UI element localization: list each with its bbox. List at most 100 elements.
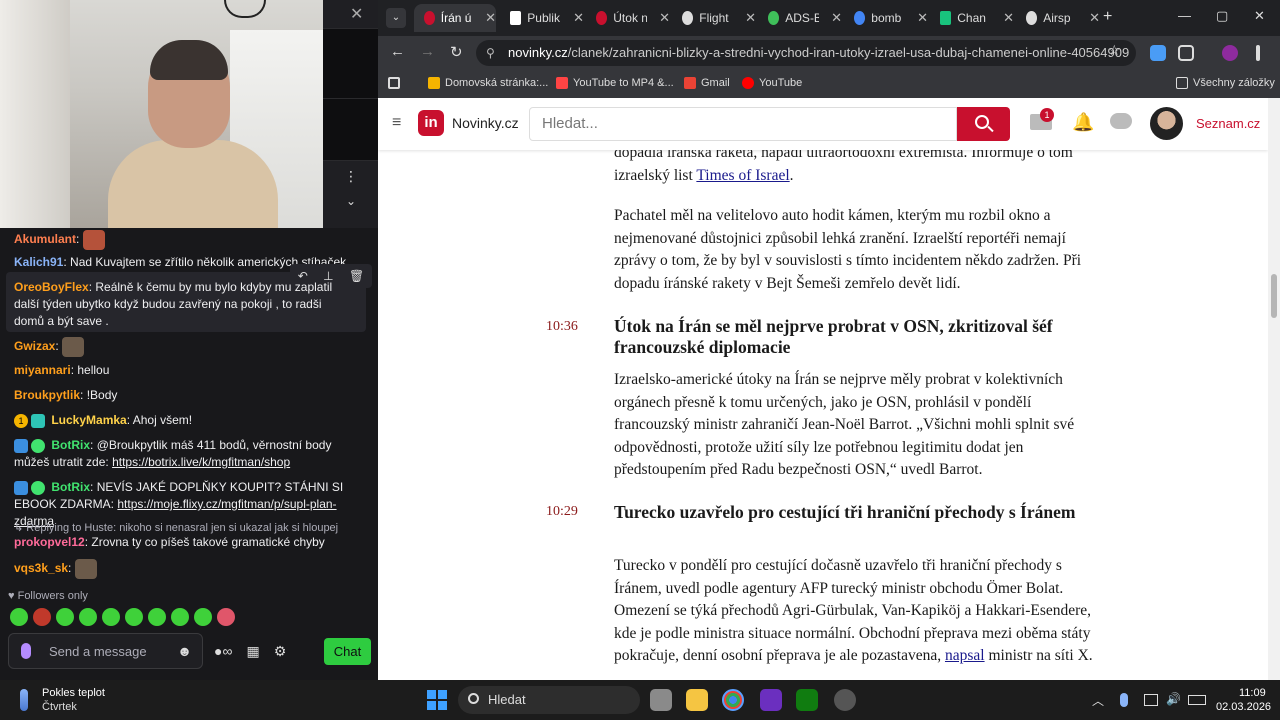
address-bar[interactable]: ⚲ novinky.cz/clanek/zahranicni-blizky-a-… — [476, 40, 1136, 66]
game-app-icon[interactable] — [834, 689, 856, 711]
search-input[interactable]: Hledat... — [529, 107, 957, 141]
site-settings-icon[interactable]: ⚲ — [486, 40, 495, 66]
hamburger-icon[interactable]: ≡ — [392, 114, 401, 132]
close-tab-icon[interactable]: ✕ — [485, 10, 496, 26]
network-icon[interactable] — [1144, 694, 1158, 706]
emote-icon[interactable] — [102, 608, 120, 626]
chat-send-button[interactable]: Chat — [324, 638, 371, 665]
close-tab-icon[interactable]: ✕ — [1003, 10, 1014, 26]
apps-icon[interactable] — [388, 77, 400, 89]
chrome-icon[interactable] — [722, 689, 744, 711]
emote-icon[interactable] — [56, 608, 74, 626]
emote-icon[interactable] — [33, 608, 51, 626]
seznam-link[interactable]: Seznam.cz — [1196, 116, 1260, 131]
tab-publik[interactable]: Publik ✕ — [500, 4, 584, 32]
tab-airsp[interactable]: Airsp ✕ — [1016, 4, 1100, 32]
emote-icon[interactable] — [171, 608, 189, 626]
chat-username[interactable]: LuckyMamka — [51, 413, 126, 427]
scrollbar-thumb[interactable] — [1271, 274, 1277, 318]
emote-icon[interactable] — [148, 608, 166, 626]
back-button[interactable]: ← — [390, 43, 405, 60]
tab-adsb[interactable]: ADS-B ✕ — [758, 4, 842, 32]
bookmark-youtube[interactable]: YouTube — [742, 77, 802, 89]
close-tab-icon[interactable]: ✕ — [1089, 10, 1100, 26]
tab-bomb[interactable]: bomb ✕ — [844, 4, 928, 32]
chat-username[interactable]: BotRix — [51, 438, 90, 452]
microphone-icon[interactable] — [1120, 693, 1128, 707]
napsal-link[interactable]: napsal — [945, 647, 985, 664]
close-icon[interactable]: ✕ — [350, 4, 363, 24]
all-bookmarks[interactable]: Všechny záložky — [1176, 77, 1275, 89]
bell-icon[interactable]: 🔔 — [1072, 112, 1094, 133]
chat-link[interactable]: https://botrix.live/k/mgfitman/shop — [112, 455, 290, 469]
maximize-icon[interactable]: ▢ — [1216, 8, 1228, 24]
close-tab-icon[interactable]: ✕ — [831, 10, 842, 26]
windows-start-icon[interactable] — [427, 690, 447, 710]
clock-date[interactable]: 02.03.2026 — [1216, 701, 1271, 713]
tray-overflow-icon[interactable]: ︿ — [1092, 692, 1104, 709]
volume-icon[interactable]: 🔊 — [1166, 692, 1181, 706]
emote-icon[interactable] — [194, 608, 212, 626]
emoji-icon[interactable]: ☻ — [177, 643, 192, 659]
tab-search-icon[interactable]: ⌄ — [386, 8, 406, 28]
bookmark-home[interactable]: Domovská stránka:... — [428, 77, 548, 89]
close-tab-icon[interactable]: ✕ — [659, 10, 670, 26]
chevron-down-icon[interactable]: ⌄ — [346, 194, 356, 208]
emote-icon[interactable] — [79, 608, 97, 626]
extensions-puzzle-icon[interactable] — [1178, 45, 1194, 61]
more-icon[interactable]: ⋮ — [344, 168, 358, 185]
minimize-icon[interactable]: — — [1178, 8, 1191, 23]
gear-icon[interactable]: ⚙ — [274, 643, 287, 660]
chat-username[interactable]: vqs3k_sk — [14, 561, 68, 575]
app-icon[interactable] — [760, 689, 782, 711]
chat-username[interactable]: BotRix — [51, 480, 90, 494]
battery-icon[interactable] — [1188, 695, 1206, 705]
scrollbar[interactable] — [1268, 98, 1280, 680]
bookmark-gmail[interactable]: Gmail — [684, 77, 730, 89]
folder-icon — [1176, 77, 1188, 89]
microphone-icon[interactable] — [21, 643, 31, 659]
reload-button[interactable]: ↻ — [450, 43, 463, 61]
thermometer-icon[interactable] — [20, 689, 28, 711]
chat-username[interactable]: Broukpytlik — [14, 388, 80, 402]
task-view-icon[interactable] — [650, 689, 672, 711]
profile-icon[interactable] — [1222, 45, 1238, 61]
points-icon[interactable]: ●∞ — [214, 643, 232, 660]
tab-utok[interactable]: Útok n ✕ — [586, 4, 670, 32]
search-button[interactable] — [957, 107, 1010, 141]
file-explorer-icon[interactable] — [686, 689, 708, 711]
forward-button[interactable]: → — [420, 43, 435, 60]
times-of-israel-link[interactable]: Times of Israel — [696, 167, 789, 184]
tab-iran[interactable]: Írán ú ✕ — [414, 4, 496, 32]
weather-title[interactable]: Pokles teplot — [42, 687, 105, 699]
emote-icon[interactable] — [125, 608, 143, 626]
window-close-icon[interactable]: ✕ — [1254, 8, 1265, 24]
tab-flight[interactable]: Flight ✕ — [672, 4, 756, 32]
bookmark-youtube-mp4[interactable]: YouTube to MP4 &... — [556, 77, 674, 89]
bookmark-star-icon[interactable]: ☆ — [1108, 42, 1121, 59]
tab-chan[interactable]: Chan ✕ — [930, 4, 1014, 32]
chat-username[interactable]: Akumulant — [14, 232, 76, 246]
chat-username[interactable]: Kalich91 — [14, 255, 63, 269]
emote-icon[interactable] — [10, 608, 28, 626]
close-tab-icon[interactable]: ✕ — [573, 10, 584, 26]
site-name[interactable]: Novinky.cz — [452, 115, 519, 131]
xbox-icon[interactable] — [796, 689, 818, 711]
avatar[interactable] — [1150, 107, 1183, 140]
menu-icon[interactable] — [1256, 45, 1260, 61]
close-tab-icon[interactable]: ✕ — [745, 10, 756, 26]
novinky-logo[interactable]: in — [418, 110, 444, 136]
close-tab-icon[interactable]: ✕ — [917, 10, 928, 26]
extension-icon[interactable] — [1150, 45, 1166, 61]
emote-icon[interactable] — [217, 608, 235, 626]
chat-username[interactable]: miyannari — [14, 363, 71, 377]
clock-time[interactable]: 11:09 — [1239, 687, 1266, 699]
taskbar-search[interactable]: Hledat — [458, 686, 640, 714]
chat-username[interactable]: OreoBoyFlex — [14, 280, 89, 294]
chat-bubble-icon[interactable] — [1110, 113, 1132, 129]
chat-username[interactable]: Gwizax — [14, 339, 55, 353]
chat-input[interactable]: Send a message ☻ — [8, 633, 203, 669]
new-tab-button[interactable]: + — [1103, 8, 1112, 26]
store-icon[interactable]: ▦ — [246, 643, 259, 660]
chat-username[interactable]: prokopvel12 — [14, 535, 85, 549]
